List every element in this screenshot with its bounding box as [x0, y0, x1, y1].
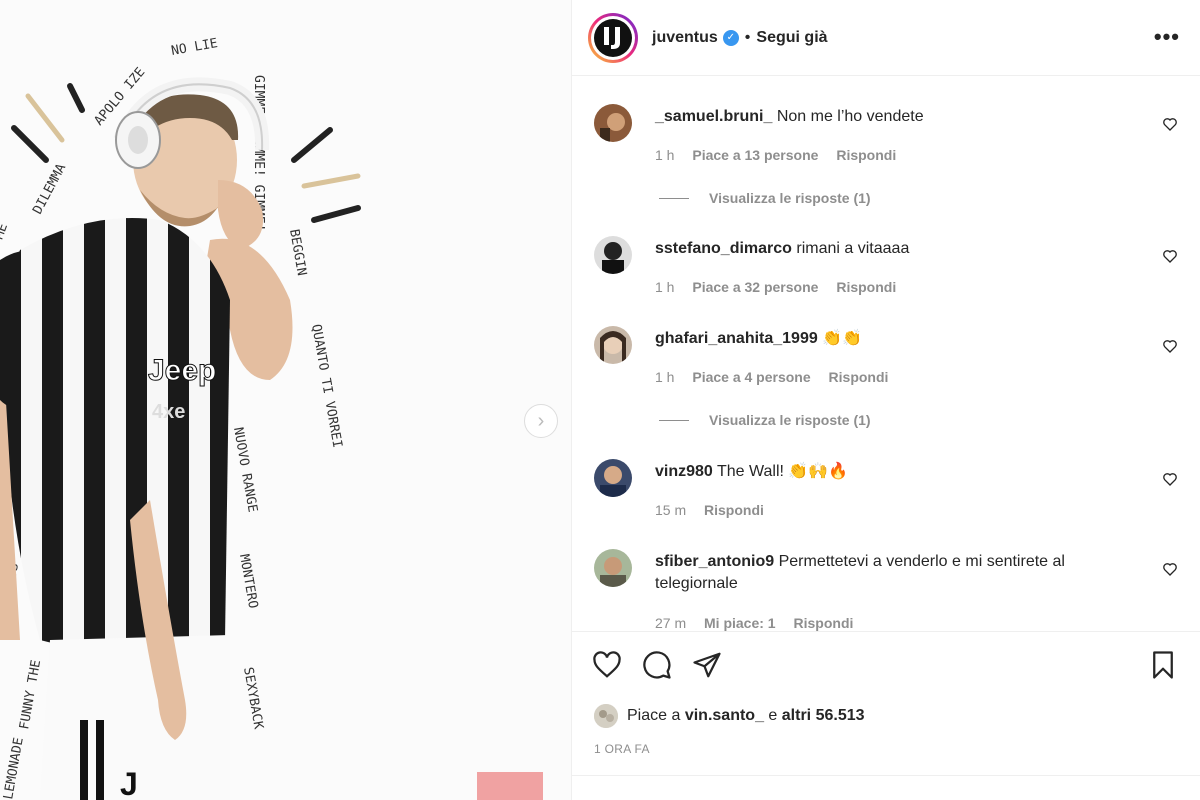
comment-likes[interactable]: Mi piace: 1: [704, 615, 776, 631]
post-timestamp: 1 ORA FA: [594, 742, 650, 756]
likes-summary: Piace a vin.santo_ e altri 56.513: [594, 704, 865, 728]
comment-likes[interactable]: Piace a 4 persone: [692, 369, 810, 385]
post-image: NO LIE APOLO IZE GIMME! GIMME! GIMME! BE…: [0, 0, 571, 800]
comment-likes[interactable]: Piace a 13 persone: [692, 147, 818, 163]
heart-outline-icon[interactable]: [1162, 116, 1178, 132]
comments-list: _samuel.bruni_ Non me l’ho vendete 1 h P…: [572, 77, 1200, 631]
comment-avatar[interactable]: [594, 104, 632, 142]
view-replies-label: Visualizza le risposte (1): [709, 190, 871, 206]
view-replies-line: [659, 419, 689, 421]
comment-bubble-icon[interactable]: [642, 650, 672, 680]
like-heart-icon[interactable]: [592, 650, 622, 680]
comment-avatar[interactable]: [594, 549, 632, 587]
juventus-logo-icon: [604, 26, 620, 49]
comment-username[interactable]: sfiber_antonio9: [655, 553, 774, 570]
reply-button[interactable]: Rispondi: [829, 369, 889, 385]
corner-sticker: [477, 772, 543, 800]
comment-likes[interactable]: Piace a 32 persone: [692, 279, 818, 295]
heart-outline-icon[interactable]: [1162, 338, 1178, 354]
reply-button[interactable]: Rispondi: [794, 615, 854, 631]
following-button[interactable]: Segui già: [756, 29, 827, 47]
heart-outline-icon[interactable]: [1162, 248, 1178, 264]
account-username[interactable]: juventus: [652, 29, 718, 47]
heart-outline-icon[interactable]: [1162, 561, 1178, 577]
post-photo-illustration: NO LIE APOLO IZE GIMME! GIMME! GIMME! BE…: [0, 0, 571, 800]
post-header: juventus ✓ • Segui già •••: [572, 0, 1200, 76]
post-actions: Piace a vin.santo_ e altri 56.513 1 ORA …: [572, 631, 1200, 800]
comment-username[interactable]: vinz980: [655, 463, 713, 480]
heart-outline-icon[interactable]: [1162, 471, 1178, 487]
header-separator: •: [744, 28, 751, 46]
comment-avatar[interactable]: [594, 236, 632, 274]
view-replies-button[interactable]: Visualizza le risposte (1): [659, 412, 871, 428]
jersey-sponsor: Jeep: [148, 354, 216, 387]
comment-text: Non me l’ho vendete: [776, 108, 924, 125]
more-options-icon[interactable]: •••: [1154, 24, 1180, 50]
next-image-button[interactable]: ›: [524, 404, 558, 438]
comment-time: 27 m: [655, 615, 687, 631]
comment-time: 1 h: [655, 147, 675, 163]
likes-others[interactable]: altri 56.513: [782, 707, 865, 725]
comment-username[interactable]: sstefano_dimarco: [655, 240, 792, 257]
liker-avatar[interactable]: [594, 704, 618, 728]
comment-username[interactable]: ghafari_anahita_1999: [655, 330, 818, 347]
comment-avatar[interactable]: [594, 459, 632, 497]
comment-text: The Wall! 👏🙌🔥: [716, 463, 849, 480]
comment-username[interactable]: _samuel.bruni_: [655, 108, 772, 125]
view-replies-label: Visualizza le risposte (1): [709, 412, 871, 428]
liker-username[interactable]: vin.santo_: [685, 707, 764, 725]
account-avatar[interactable]: [588, 12, 638, 63]
view-replies-line: [659, 197, 689, 199]
comment-avatar[interactable]: [594, 326, 632, 364]
post-side-panel: juventus ✓ • Segui già ••• _samuel.bruni…: [571, 0, 1200, 800]
reply-button[interactable]: Rispondi: [704, 502, 764, 518]
share-send-icon[interactable]: [692, 650, 722, 680]
divider: [572, 775, 1200, 776]
reply-button[interactable]: Rispondi: [836, 147, 896, 163]
comment-text: rimani a vitaaaa: [796, 240, 910, 257]
jersey-sponsor-sub: 4xe: [152, 401, 185, 423]
likes-prefix: Piace a: [627, 707, 681, 724]
svg-text:J: J: [120, 766, 138, 800]
likes-middle: e: [768, 707, 778, 724]
comment-time: 1 h: [655, 279, 675, 295]
comment-time: 15 m: [655, 502, 687, 518]
bookmark-icon[interactable]: [1148, 650, 1178, 680]
view-replies-button[interactable]: Visualizza le risposte (1): [659, 190, 871, 206]
verified-badge-icon: ✓: [722, 29, 739, 46]
reply-button[interactable]: Rispondi: [836, 279, 896, 295]
comment-text: 👏👏: [822, 330, 863, 347]
chevron-right-icon: ›: [537, 409, 545, 432]
comment-time: 1 h: [655, 369, 675, 385]
